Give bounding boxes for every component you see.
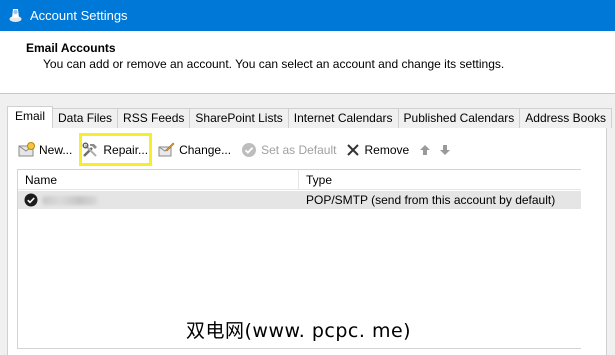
column-divider[interactable] — [298, 170, 299, 190]
account-row[interactable]: POP/SMTP (send from this account by defa… — [18, 191, 581, 209]
remove-icon — [347, 144, 360, 156]
tab-data-files[interactable]: Data Files — [52, 108, 119, 128]
new-account-icon — [18, 142, 35, 157]
change-label: Change... — [179, 143, 232, 157]
tab-strip: Email Data Files RSS Feeds SharePoint Li… — [7, 106, 612, 128]
repair-button[interactable]: Repair... — [79, 133, 153, 166]
header-title: Email Accounts — [26, 41, 116, 55]
account-type: POP/SMTP (send from this account by defa… — [306, 193, 556, 207]
list-header: Name Type — [18, 170, 581, 190]
tab-rss-feeds[interactable]: RSS Feeds — [117, 108, 191, 128]
move-up-icon[interactable] — [419, 144, 431, 156]
tab-sharepoint-lists[interactable]: SharePoint Lists — [189, 108, 289, 128]
remove-button[interactable]: Remove — [346, 139, 409, 161]
repair-icon — [82, 142, 98, 157]
set-default-label: Set as Default — [261, 143, 337, 157]
app-icon — [9, 9, 22, 22]
change-button[interactable]: Change... — [158, 139, 231, 161]
tab-address-books[interactable]: Address Books — [519, 108, 612, 128]
new-account-label: New... — [39, 143, 73, 157]
title-bar[interactable]: Account Settings — [0, 0, 615, 31]
change-icon — [158, 142, 175, 157]
account-toolbar: New... Repair... Change... Set as Defaul… — [18, 133, 459, 166]
tab-published-calendars[interactable]: Published Calendars — [397, 108, 521, 128]
new-account-button[interactable]: New... — [18, 139, 72, 161]
remove-label: Remove — [364, 143, 410, 157]
set-default-icon — [242, 143, 257, 157]
default-check-icon — [24, 193, 38, 207]
watermark-text: 双电网(www. pcpc. me) — [186, 320, 412, 342]
repair-label: Repair... — [103, 143, 149, 157]
move-down-icon[interactable] — [439, 144, 451, 156]
column-header-name[interactable]: Name — [25, 173, 57, 187]
dialog-header: Email Accounts You can add or remove an … — [0, 31, 615, 94]
tab-internet-calendars[interactable]: Internet Calendars — [287, 108, 399, 128]
account-name-obscured — [42, 196, 98, 205]
header-description: You can add or remove an account. You ca… — [43, 57, 505, 71]
tab-email[interactable]: Email — [7, 106, 54, 128]
column-header-type[interactable]: Type — [306, 173, 332, 187]
window-title: Account Settings — [30, 8, 128, 23]
set-default-button[interactable]: Set as Default — [241, 139, 336, 161]
